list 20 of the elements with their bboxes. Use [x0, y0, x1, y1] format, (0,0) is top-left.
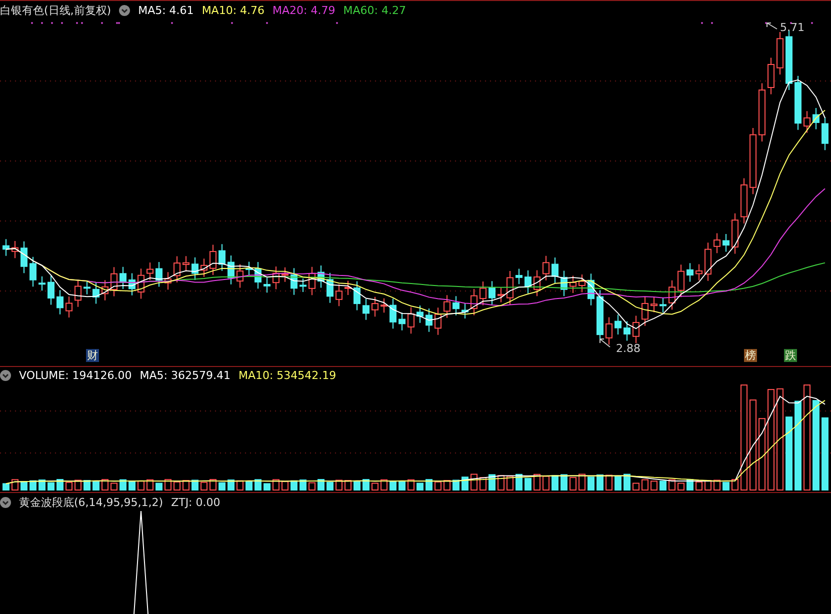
- indicator-title: 黄金波段底(6,14,95,95,1,2): [19, 495, 164, 510]
- indicator-value: VOLUME: 194126.00: [19, 369, 132, 382]
- indicator-value: MA10: 534542.19: [238, 369, 336, 382]
- indicator-value: ZTJ: 0.00: [171, 496, 220, 509]
- dropdown-icon[interactable]: [119, 5, 130, 16]
- event-marker[interactable]: 榜: [744, 349, 757, 362]
- dropdown-icon[interactable]: [0, 497, 11, 508]
- pointer-arrow: [600, 338, 610, 348]
- indicator-value: MA20: 4.79: [272, 4, 336, 17]
- indicator-value: MA5: 362579.41: [140, 369, 230, 382]
- event-marker[interactable]: 跌: [784, 349, 797, 362]
- high-price-label: 5.71: [780, 21, 804, 34]
- low-price-label: 2.88: [616, 342, 640, 355]
- stock-title: 白银有色(日线,前复权): [0, 3, 112, 18]
- event-marker[interactable]: 财: [86, 349, 99, 362]
- indicator-value: MA5: 4.61: [138, 4, 194, 17]
- indicator-value: MA60: 4.27: [343, 4, 406, 17]
- dropdown-icon[interactable]: [0, 370, 11, 381]
- indicator-value: MA10: 4.76: [202, 4, 265, 17]
- pointer-arrow: [766, 22, 778, 30]
